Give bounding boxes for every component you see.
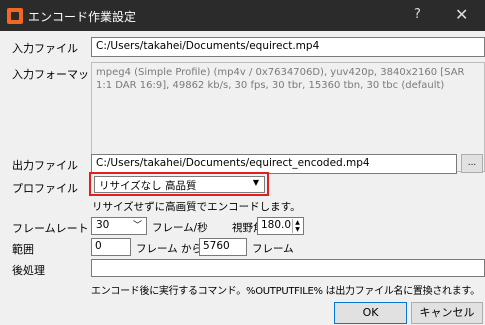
help-icon[interactable]: ? xyxy=(414,7,421,22)
window-title: エンコード作業設定 xyxy=(28,10,137,24)
profile-selected-value: リサイズなし 高品質 xyxy=(99,180,197,192)
input-format-label: 入力フォーマット xyxy=(12,68,100,81)
spin-arrows-icon[interactable]: ▲ ▼ xyxy=(292,219,302,233)
browse-button[interactable]: ... xyxy=(461,154,483,173)
output-file-label: 出力ファイル xyxy=(12,159,78,172)
range-to-input[interactable]: 5760 xyxy=(199,238,247,256)
profile-highlight: リサイズなし 高品質 ▼ xyxy=(89,172,269,196)
frame-rate-label: フレームレート xyxy=(12,222,89,235)
title-bar: エンコード作業設定 ? ✕ xyxy=(0,0,485,31)
app-icon xyxy=(7,8,23,24)
chevron-down-icon: ﹀ xyxy=(132,221,142,231)
input-file-field[interactable]: C:/Users/takahei/Documents/equirect.mp4 xyxy=(91,37,485,57)
post-process-hint: エンコード後に実行するコマンド。%OUTPUTFILE% は出力ファイル名に置換… xyxy=(91,286,480,297)
cancel-button[interactable]: キャンセル xyxy=(411,302,483,324)
profile-label: プロファイル xyxy=(12,182,78,195)
fov-spinbox[interactable]: 180.0 ▲ ▼ xyxy=(257,217,304,235)
range-label: 範囲 xyxy=(12,243,34,256)
frame-rate-unit: フレーム/秒 xyxy=(152,222,208,234)
range-to-text: フレーム xyxy=(252,243,294,255)
dropdown-arrow-icon: ▼ xyxy=(252,178,259,187)
post-process-input[interactable] xyxy=(91,259,485,277)
ok-button[interactable]: OK xyxy=(334,302,407,324)
output-file-field[interactable]: C:/Users/takahei/Documents/equirect_enco… xyxy=(91,154,457,174)
close-icon[interactable]: ✕ xyxy=(455,5,468,24)
range-from-text: フレーム から xyxy=(136,243,203,255)
frame-rate-value: 30 xyxy=(96,219,110,231)
range-from-input[interactable]: 0 xyxy=(91,238,131,256)
fov-value: 180.0 xyxy=(261,219,292,231)
profile-select[interactable]: リサイズなし 高品質 ▼ xyxy=(94,176,265,193)
profile-description: リサイズせずに高画質でエンコードします。 xyxy=(92,201,301,213)
input-file-label: 入力ファイル xyxy=(12,42,78,55)
post-process-label: 後処理 xyxy=(12,264,45,277)
frame-rate-select[interactable]: 30 ﹀ xyxy=(91,217,147,235)
